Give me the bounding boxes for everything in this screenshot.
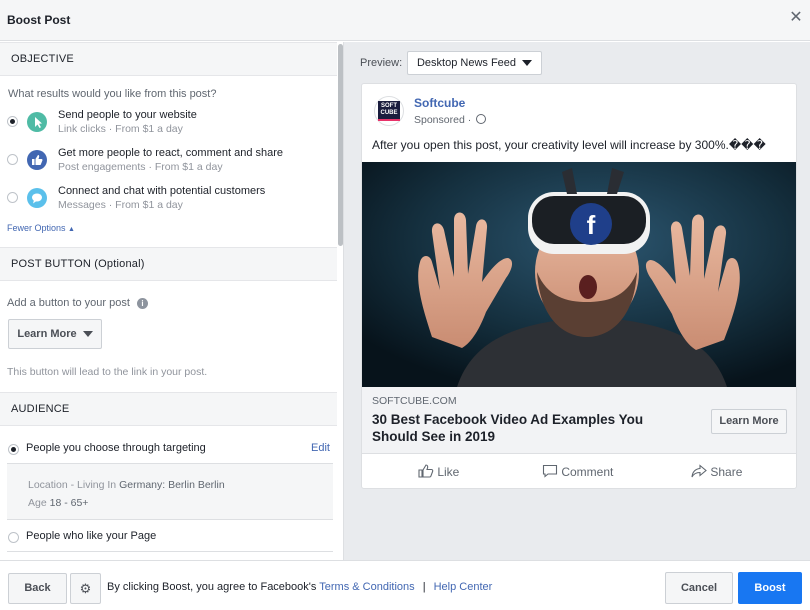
logo-text-1: SOFT (381, 103, 397, 109)
like-action[interactable]: Like (418, 464, 459, 479)
post-button-section-header: POST BUTTON (Optional) (0, 247, 337, 281)
like-label: Like (437, 465, 460, 479)
placement-value: Desktop News Feed (416, 57, 517, 69)
chat-bubble-icon (27, 188, 47, 208)
sponsored-label: Sponsored · (414, 114, 472, 126)
audience-age: Age 18 - 65+ (28, 497, 88, 509)
pointer-icon (27, 112, 47, 132)
comment-icon (542, 464, 558, 478)
option-subtitle: Post engagements · From $1 a day (58, 161, 223, 173)
share-icon (691, 464, 707, 478)
post-actions: Like Comment Share (362, 454, 796, 488)
sponsored-line: Sponsored · (414, 114, 487, 126)
fewer-options-link[interactable]: Fewer Options ▲ (7, 223, 75, 233)
location-value: Germany: Berlin Berlin (119, 479, 225, 491)
audience-option-targeting[interactable]: People you choose through targeting (26, 442, 206, 454)
thumbs-up-icon (418, 464, 434, 478)
placement-select[interactable]: Desktop News Feed (407, 51, 542, 75)
info-icon[interactable]: i (136, 298, 148, 309)
link-domain: SOFTCUBE.COM (372, 395, 457, 407)
radio-engagement[interactable] (7, 154, 18, 165)
globe-icon (476, 114, 487, 124)
objective-section-header: OBJECTIVE (0, 42, 337, 76)
scrollbar-thumb[interactable] (338, 44, 343, 246)
caret-up-icon: ▲ (68, 226, 75, 233)
help-center-link[interactable]: Help Center (434, 581, 493, 593)
radio-messages[interactable] (7, 192, 18, 203)
audience-details: Location - Living In Germany: Berlin Ber… (7, 463, 333, 520)
option-subtitle: Messages · From $1 a day (58, 199, 183, 211)
objective-question: What results would you like from this po… (8, 88, 217, 100)
cancel-button[interactable]: Cancel (665, 572, 733, 604)
post-button-select-value: Learn More (17, 328, 77, 340)
audience-heading: AUDIENCE (11, 403, 70, 415)
add-button-label: Add a button to your post i (7, 297, 148, 309)
comment-label: Comment (561, 465, 614, 479)
radio-page-likes[interactable] (8, 532, 19, 543)
dialog-footer: Back ⚙ By clicking Boost, you agree to F… (0, 560, 810, 610)
audience-location: Location - Living In Germany: Berlin Ber… (28, 479, 225, 491)
option-title: Get more people to react, comment and sh… (58, 147, 284, 159)
post-button-select[interactable]: Learn More (8, 319, 102, 349)
learn-more-button[interactable]: Learn More (711, 409, 787, 434)
preview-label: Preview: (360, 57, 403, 69)
fewer-options-label: Fewer Options (7, 223, 66, 233)
headset-logo: f (587, 210, 596, 240)
objective-heading: OBJECTIVE (11, 53, 74, 65)
link-title: 30 Best Facebook Video Ad Examples You S… (372, 412, 644, 444)
page-name[interactable]: Softcube (414, 96, 465, 110)
agreement-label: By clicking Boost, you agree to Facebook… (107, 581, 317, 593)
add-button-label-text: Add a button to your post (7, 297, 130, 309)
agreement-text: By clicking Boost, you agree to Facebook… (107, 581, 492, 593)
softcube-logo: SOFT CUBE (378, 101, 400, 121)
chevron-down-icon (522, 60, 533, 67)
back-button[interactable]: Back (8, 573, 67, 604)
boost-button[interactable]: Boost (738, 572, 802, 604)
audience-edit-link[interactable]: Edit (311, 442, 330, 454)
ad-preview-card: SOFT CUBE Softcube Sponsored · After you… (361, 83, 797, 489)
location-label: Location - Living In (28, 479, 120, 491)
chevron-down-icon (82, 331, 93, 338)
gear-icon: ⚙ (79, 581, 92, 596)
comment-action[interactable]: Comment (542, 464, 613, 479)
thumbs-up-icon (27, 150, 47, 170)
post-button-help: This button will lead to the link in you… (7, 366, 208, 378)
option-title: Connect and chat with potential customer… (58, 185, 266, 197)
close-icon[interactable]: ✕ (788, 10, 804, 26)
vr-headset-photo: f (362, 162, 796, 387)
left-panel-scrollbar[interactable] (337, 42, 343, 560)
separator: | (422, 581, 426, 593)
option-subtitle: Link clicks · From $1 a day (58, 123, 183, 135)
audience-option-page-likes[interactable]: People who like your Page (26, 530, 156, 542)
post-button-heading: POST BUTTON (Optional) (11, 258, 145, 270)
link-preview[interactable]: SOFTCUBE.COM 30 Best Facebook Video Ad E… (362, 387, 796, 454)
share-label: Share (710, 465, 743, 479)
page-avatar[interactable]: SOFT CUBE (374, 96, 404, 126)
radio-website[interactable] (7, 116, 18, 127)
settings-panel: OBJECTIVE What results would you like fr… (0, 42, 344, 560)
settings-button[interactable]: ⚙ (70, 573, 101, 604)
terms-link[interactable]: Terms & Conditions (319, 581, 414, 593)
dialog-header: Boost Post ✕ (0, 0, 810, 41)
dialog-title: Boost Post (7, 13, 71, 27)
divider (7, 551, 333, 552)
preview-panel: Preview: Desktop News Feed SOFT CUBE Sof… (344, 42, 810, 560)
ad-image[interactable]: f (362, 162, 796, 387)
age-value: 18 - 65+ (49, 497, 89, 509)
age-label: Age (28, 497, 50, 509)
logo-text-2: CUBE (380, 110, 398, 116)
option-title: Send people to your website (58, 109, 197, 121)
audience-section-header: AUDIENCE (0, 392, 337, 426)
radio-targeting[interactable] (8, 444, 19, 455)
post-text: After you open this post, your creativit… (372, 138, 766, 152)
share-action[interactable]: Share (691, 464, 742, 479)
